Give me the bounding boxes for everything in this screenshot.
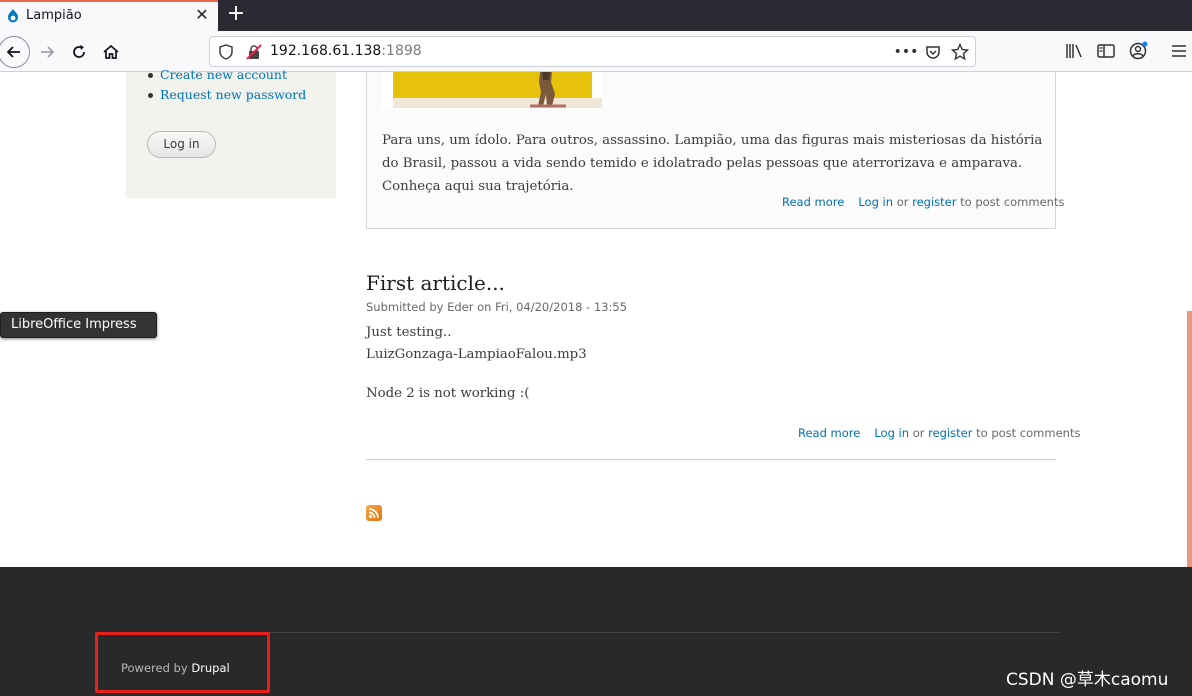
- home-icon: [103, 44, 119, 59]
- tab-lampiao[interactable]: Lampião ✕: [0, 0, 218, 31]
- page-actions-icon[interactable]: •••: [894, 43, 919, 61]
- login-button[interactable]: Log in: [147, 131, 216, 158]
- tab-close-icon[interactable]: ✕: [194, 7, 210, 23]
- scrollbar-accent[interactable]: [1187, 311, 1192, 567]
- article2-links: Read more Log in or register to post comm…: [798, 426, 1080, 440]
- home-button[interactable]: [98, 39, 124, 65]
- article-body-line: Just testing..: [366, 325, 452, 340]
- drupal-favicon-icon: [8, 9, 18, 23]
- url-text: 192.168.61.138:1898: [270, 43, 422, 59]
- article-body-line: LuizGonzaga-LampiaoFalou.mp3: [366, 347, 587, 362]
- user-links-list: Create new account Request new password: [147, 67, 306, 105]
- lampiao-figure-image: [530, 72, 566, 108]
- create-account-link[interactable]: Create new account: [147, 65, 306, 85]
- article-teaser-lampiao: Para uns, um ídolo. Para outros, assassi…: [366, 72, 1064, 229]
- forward-button[interactable]: [34, 39, 60, 65]
- or-text: or: [912, 426, 925, 440]
- red-highlight-box: [95, 632, 270, 693]
- tab-strip: Lampião ✕ +: [0, 0, 1192, 31]
- article-title[interactable]: First article...: [366, 271, 505, 295]
- post-comments-text: to post comments: [960, 195, 1065, 209]
- read-more-link[interactable]: Read more: [782, 195, 844, 209]
- bookmark-star-icon[interactable]: [951, 43, 969, 61]
- library-icon[interactable]: [1063, 40, 1085, 62]
- tab-title: Lampião: [26, 8, 82, 23]
- shield-icon[interactable]: [217, 43, 235, 61]
- hamburger-menu-icon[interactable]: [1168, 40, 1190, 62]
- reload-icon: [73, 45, 85, 58]
- back-arrow-icon: [6, 46, 20, 58]
- forward-arrow-icon: [41, 46, 55, 58]
- request-password-link[interactable]: Request new password: [147, 85, 306, 105]
- launcher-tooltip: LibreOffice Impress: [0, 312, 157, 338]
- site-footer: Powered by Drupal CSDN @草木caomu: [0, 567, 1192, 696]
- page-content: Create new account Request new password …: [0, 67, 1192, 696]
- url-bar[interactable]: 192.168.61.138:1898 •••: [209, 36, 976, 67]
- article-image[interactable]: [382, 72, 602, 110]
- article-body-line: Node 2 is not working :(: [366, 386, 530, 401]
- rss-feed-icon[interactable]: [366, 505, 382, 521]
- reload-button[interactable]: [66, 39, 92, 65]
- post-comments-text: to post comments: [976, 426, 1081, 440]
- account-icon[interactable]: [1127, 40, 1149, 62]
- new-tab-button[interactable]: +: [226, 3, 246, 25]
- article-teaser-text: Para uns, um ídolo. Para outros, assassi…: [382, 133, 1043, 194]
- or-text: or: [896, 195, 909, 209]
- url-host: 192.168.61.138: [270, 43, 382, 59]
- pocket-icon[interactable]: [924, 43, 942, 61]
- article1-links: Read more Log in or register to post comm…: [782, 195, 1064, 209]
- register-link[interactable]: register: [912, 195, 956, 209]
- sidebar-toggle-icon[interactable]: [1095, 40, 1117, 62]
- read-more-link[interactable]: Read more: [798, 426, 860, 440]
- back-button[interactable]: [0, 36, 30, 68]
- register-link[interactable]: register: [928, 426, 972, 440]
- url-port: :1898: [381, 43, 422, 59]
- log-in-link[interactable]: Log in: [874, 426, 909, 440]
- csdn-watermark: CSDN @草木caomu: [1006, 670, 1169, 690]
- log-in-link[interactable]: Log in: [858, 195, 893, 209]
- article-submitted-meta: Submitted by Eder on Fri, 04/20/2018 - 1…: [366, 300, 627, 314]
- insecure-lock-icon[interactable]: [245, 43, 263, 61]
- article-divider: [366, 459, 1056, 460]
